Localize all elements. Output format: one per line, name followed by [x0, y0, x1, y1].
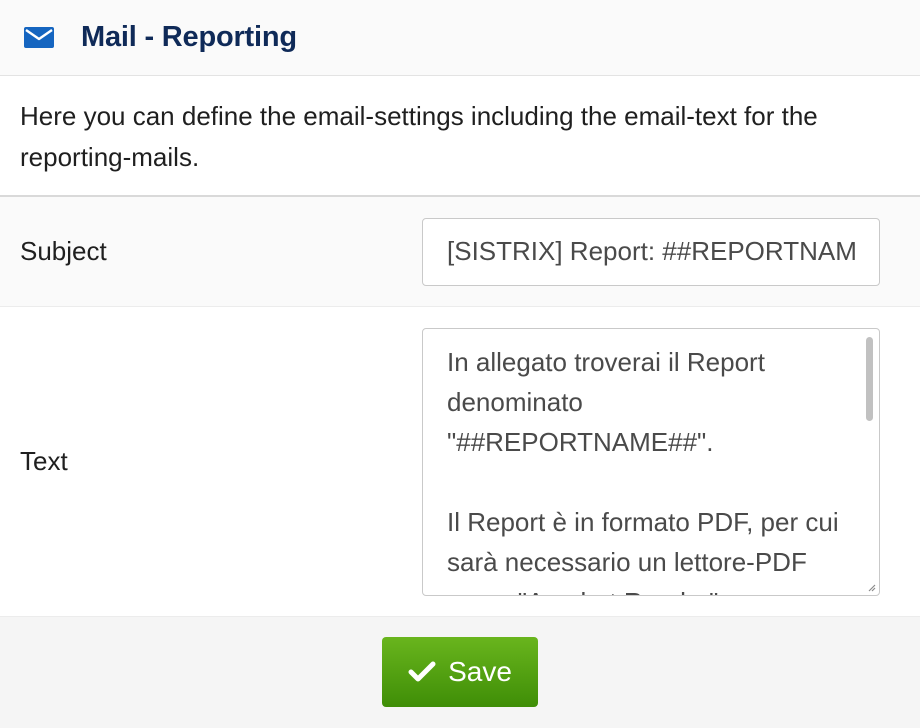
subject-row: Subject — [0, 197, 920, 307]
envelope-icon — [24, 27, 54, 49]
mail-reporting-panel: Mail - Reporting Here you can define the… — [0, 0, 920, 728]
save-button-label: Save — [448, 655, 512, 687]
page-title: Mail - Reporting — [81, 21, 297, 53]
panel-header: Mail - Reporting — [0, 0, 920, 76]
resize-handle-icon[interactable] — [866, 582, 876, 592]
form-footer: Save — [0, 617, 920, 728]
check-icon — [408, 661, 436, 681]
save-button[interactable]: Save — [382, 636, 538, 707]
text-label: Text — [20, 446, 68, 476]
text-row: Text In allegato troverai il Report deno… — [0, 307, 920, 617]
subject-label: Subject — [20, 236, 107, 266]
textarea-content[interactable]: In allegato troverai il Report denominat… — [447, 342, 853, 595]
intro-description: Here you can define the email-settings i… — [0, 76, 920, 197]
text-textarea[interactable]: In allegato troverai il Report denominat… — [422, 327, 880, 596]
subject-input[interactable] — [422, 217, 880, 286]
textarea-scrollbar[interactable] — [866, 336, 873, 421]
